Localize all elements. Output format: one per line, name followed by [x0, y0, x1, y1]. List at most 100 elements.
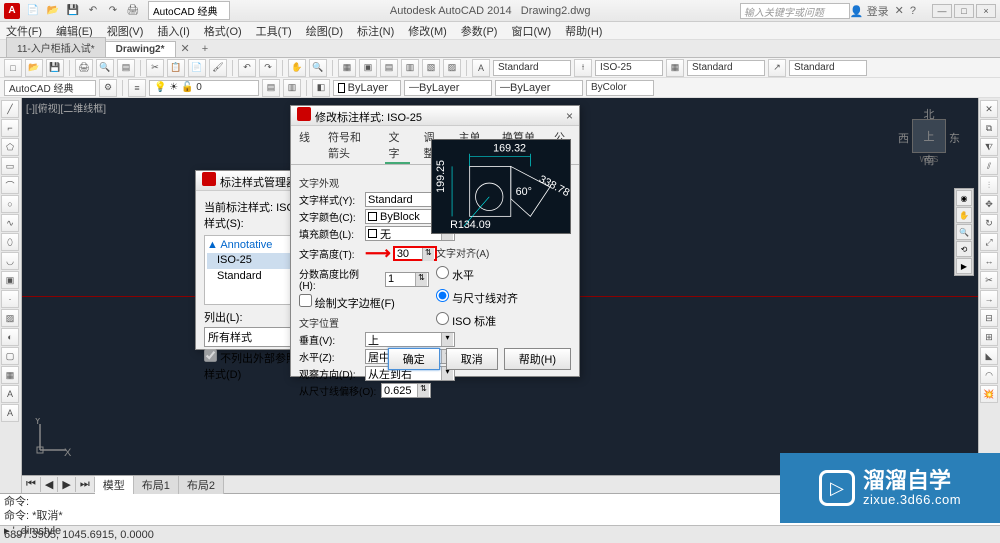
- draw-rectangle-icon[interactable]: ▭: [1, 157, 19, 175]
- tool-copy-icon[interactable]: 📋: [167, 59, 185, 77]
- mod-trim-icon[interactable]: ✂: [980, 271, 998, 289]
- menu-window[interactable]: 窗口(W): [511, 23, 551, 39]
- tool-new-icon[interactable]: □: [4, 59, 22, 77]
- align-horiz-radio[interactable]: 水平: [436, 270, 474, 282]
- menu-dimension[interactable]: 标注(N): [357, 23, 394, 39]
- tool-redo-icon[interactable]: ↷: [259, 59, 277, 77]
- align-iso-radio[interactable]: ISO 标准: [436, 316, 496, 328]
- cancel-button[interactable]: 取消: [446, 348, 498, 370]
- mod-copy-icon[interactable]: ⧉: [980, 119, 998, 137]
- qat-new-icon[interactable]: 📄: [24, 2, 42, 20]
- mod-erase-icon[interactable]: ✕: [980, 100, 998, 118]
- tool-textstyle-icon[interactable]: A: [472, 59, 490, 77]
- draw-polyline-icon[interactable]: ⌐: [1, 119, 19, 137]
- nav-zoom-icon[interactable]: 🔍: [956, 224, 972, 240]
- qat-undo-icon[interactable]: ↶: [84, 2, 102, 20]
- maximize-button[interactable]: □: [954, 4, 974, 18]
- tab-lines[interactable]: 线: [295, 128, 314, 164]
- tool-open-icon[interactable]: 📂: [25, 59, 43, 77]
- tool-quickcalc-icon[interactable]: ▨: [443, 59, 461, 77]
- viewcube-east[interactable]: 东: [949, 130, 960, 146]
- qat-open-icon[interactable]: 📂: [44, 2, 62, 20]
- dialog-close-icon[interactable]: ×: [566, 109, 573, 123]
- tool-save-icon[interactable]: 💾: [46, 59, 64, 77]
- viewcube-top[interactable]: 上: [912, 119, 946, 153]
- tool-color-icon[interactable]: ◧: [312, 79, 330, 97]
- nav-pan-icon[interactable]: ✋: [956, 207, 972, 223]
- draw-text-icon[interactable]: A: [1, 385, 19, 403]
- mod-offset-icon[interactable]: ⫽: [980, 157, 998, 175]
- tool-pan-icon[interactable]: ✋: [288, 59, 306, 77]
- tab-first-icon[interactable]: ⏮: [22, 477, 41, 492]
- qat-print-icon[interactable]: 🖨: [124, 2, 142, 20]
- mod-explode-icon[interactable]: 💥: [980, 385, 998, 403]
- tab-model[interactable]: 模型: [95, 476, 134, 494]
- tool-paste-icon[interactable]: 📄: [188, 59, 206, 77]
- mod-move-icon[interactable]: ✥: [980, 195, 998, 213]
- tool-layer-icon[interactable]: ≡: [128, 79, 146, 97]
- tab-layout1[interactable]: 布局1: [134, 476, 179, 494]
- view-label[interactable]: [-][俯视][二维线框]: [26, 100, 106, 115]
- menu-modify[interactable]: 修改(M): [408, 23, 447, 39]
- help-button[interactable]: 帮助(H): [504, 348, 571, 370]
- color-combo[interactable]: ByLayer: [333, 80, 401, 96]
- draw-polygon-icon[interactable]: ⬠: [1, 138, 19, 156]
- doc-tab[interactable]: Drawing2*: [105, 41, 176, 57]
- layer-combo[interactable]: 💡 ☀ 🔓 0: [149, 80, 259, 96]
- workspace-selector[interactable]: AutoCAD 经典: [148, 1, 230, 20]
- draw-region-icon[interactable]: ▢: [1, 347, 19, 365]
- draw-block-icon[interactable]: ▣: [1, 271, 19, 289]
- qat-save-icon[interactable]: 💾: [64, 2, 82, 20]
- menu-draw[interactable]: 绘图(D): [306, 23, 343, 39]
- tab-text[interactable]: 文字: [385, 128, 410, 164]
- mod-join-icon[interactable]: ⊞: [980, 328, 998, 346]
- mod-rotate-icon[interactable]: ↻: [980, 214, 998, 232]
- dialog-titlebar[interactable]: 修改标注样式: ISO-25 ×: [291, 106, 579, 126]
- textstyle-combo[interactable]: Standard: [493, 60, 571, 76]
- tool-layerstate-icon[interactable]: ▤: [262, 79, 280, 97]
- tool-match-icon[interactable]: 🖌: [209, 59, 227, 77]
- offset-input[interactable]: 0.625⇅: [381, 383, 431, 398]
- close-button[interactable]: ×: [976, 4, 996, 18]
- tool-cut-icon[interactable]: ✂: [146, 59, 164, 77]
- draw-hatch-icon[interactable]: ▨: [1, 309, 19, 327]
- draw-table-icon[interactable]: ▦: [1, 366, 19, 384]
- draw-mtext-icon[interactable]: A: [1, 404, 19, 422]
- menu-parametric[interactable]: 参数(P): [461, 23, 498, 39]
- menu-format[interactable]: 格式(O): [204, 23, 242, 39]
- mod-stretch-icon[interactable]: ↔: [980, 252, 998, 270]
- nav-orbit-icon[interactable]: ⟲: [956, 241, 972, 257]
- tab-layout2[interactable]: 布局2: [179, 476, 224, 494]
- draw-line-icon[interactable]: ╱: [1, 100, 19, 118]
- ok-button[interactable]: 确定: [388, 348, 440, 370]
- mod-extend-icon[interactable]: →: [980, 290, 998, 308]
- tab-symbols[interactable]: 符号和箭头: [324, 128, 375, 164]
- draw-point-icon[interactable]: ·: [1, 290, 19, 308]
- fraction-height-input[interactable]: 1⇅: [385, 272, 429, 287]
- tab-next-icon[interactable]: ▶: [58, 477, 75, 492]
- tool-sheetset-icon[interactable]: ▥: [401, 59, 419, 77]
- tool-markup-icon[interactable]: ▧: [422, 59, 440, 77]
- dimstyle-combo[interactable]: ISO-25: [595, 60, 663, 76]
- tool-publish-icon[interactable]: ▤: [117, 59, 135, 77]
- help-icon[interactable]: ?: [910, 5, 916, 17]
- tool-zoom-icon[interactable]: 🔍: [309, 59, 327, 77]
- tool-undo-icon[interactable]: ↶: [238, 59, 256, 77]
- doc-tab[interactable]: 11-入户柜插入试*: [6, 37, 106, 57]
- exchange-icon[interactable]: ✕: [895, 4, 904, 17]
- login-button[interactable]: 👤 登录: [850, 3, 889, 19]
- help-search-input[interactable]: 输入关键字或问题: [740, 3, 850, 19]
- draw-gradient-icon[interactable]: ◐: [1, 328, 19, 346]
- tool-preview-icon[interactable]: 🔍: [96, 59, 114, 77]
- align-dim-radio[interactable]: 与尺寸线对齐: [436, 293, 518, 305]
- tool-mleaderstyle-icon[interactable]: ↗: [768, 59, 786, 77]
- minimize-button[interactable]: —: [932, 4, 952, 18]
- draw-frame-checkbox[interactable]: 绘制文字边框(F): [299, 294, 395, 311]
- lineweight-combo[interactable]: — ByLayer: [495, 80, 583, 96]
- viewcube-west[interactable]: 西: [898, 130, 909, 146]
- mod-break-icon[interactable]: ⊟: [980, 309, 998, 327]
- tool-properties-icon[interactable]: ▦: [338, 59, 356, 77]
- tab-last-icon[interactable]: ⏭: [76, 477, 95, 492]
- menu-help[interactable]: 帮助(H): [565, 23, 602, 39]
- add-doc-tab[interactable]: +: [196, 41, 214, 57]
